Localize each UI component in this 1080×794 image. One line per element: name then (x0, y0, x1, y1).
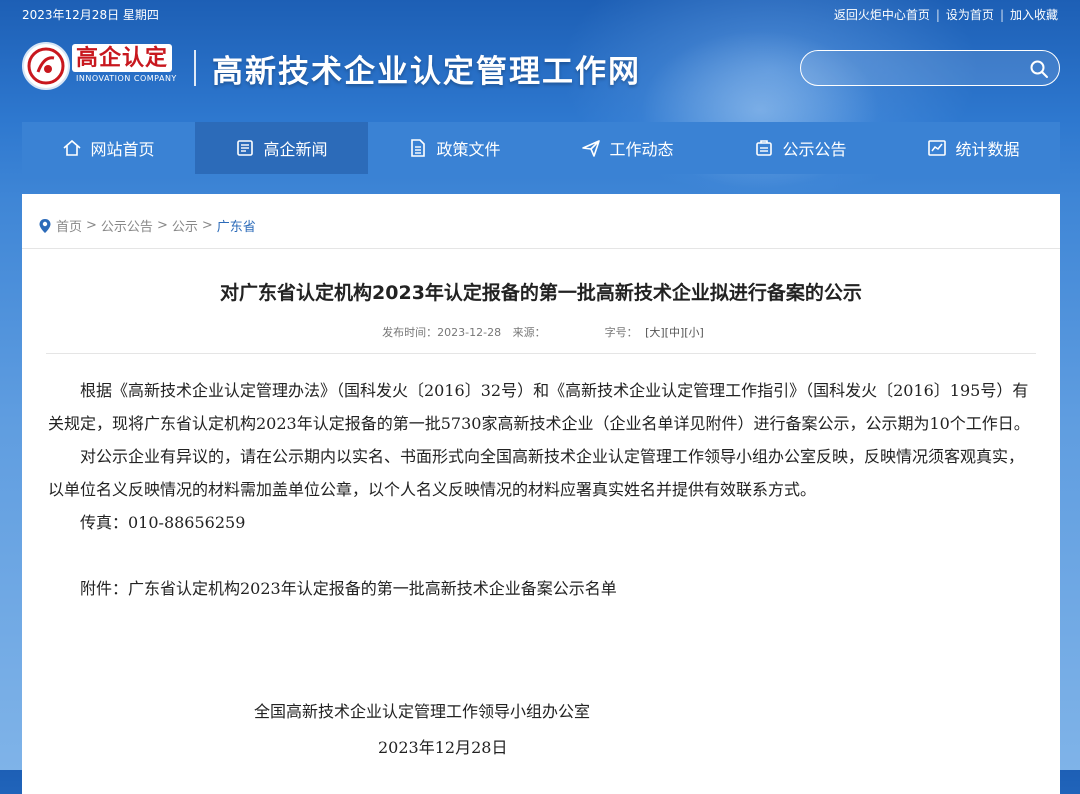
nav-label: 统计数据 (955, 140, 1020, 159)
nav-label: 工作动态 (609, 140, 674, 159)
separator: | (999, 7, 1004, 22)
logo-emblem-icon (22, 42, 70, 90)
site-title: 高新技术企业认定管理工作网 (212, 54, 641, 90)
breadcrumb: 首页 > 公示公告 > 公示 > 广东省 (38, 216, 256, 235)
nav-work-updates[interactable]: 工作动态 (541, 122, 714, 174)
breadcrumb-separator: > (86, 218, 97, 233)
chart-icon (928, 140, 947, 156)
signature-date: 2023年12月28日 (378, 738, 508, 757)
document-icon (411, 139, 426, 157)
divider (22, 248, 1060, 249)
breadcrumb-separator: > (201, 218, 213, 233)
nav-label: 公示公告 (782, 140, 847, 159)
nav-label: 网站首页 (90, 140, 155, 159)
divider (46, 353, 1036, 354)
top-bar: 2023年12月28日 星期四 返回火炬中心首页 | 设为首页 | 加入收藏 (0, 0, 1080, 28)
logo-text: 高企认定 (72, 44, 173, 72)
search-input[interactable] (815, 57, 1019, 81)
current-date: 2023年12月28日 星期四 (22, 8, 159, 22)
publish-date: 2023-12-28 (437, 326, 502, 339)
breadcrumb-guangdong[interactable]: 广东省 (217, 216, 256, 235)
attachment-link[interactable]: 附件：广东省认定机构2023年认定报备的第一批高新技术企业备案公示名单 (48, 572, 1032, 605)
publish-label: 发布时间： (382, 326, 438, 339)
top-links: 返回火炬中心首页 | 设为首页 | 加入收藏 (834, 6, 1058, 23)
location-pin-icon (39, 218, 51, 233)
nav-notices[interactable]: 公示公告 (714, 122, 887, 174)
font-size-small-button[interactable]: [小] (684, 326, 704, 339)
fax-line: 传真：010-88656259 (80, 513, 246, 532)
paragraph: 对公示企业有异议的，请在公示期内以实名、书面形式向全国高新技术企业认定管理工作领… (48, 447, 1025, 499)
nav-policy[interactable]: 政策文件 (368, 122, 541, 174)
breadcrumb-home[interactable]: 首页 (56, 216, 82, 235)
nav-statistics[interactable]: 统计数据 (887, 122, 1060, 174)
back-to-torch-home-link[interactable]: 返回火炬中心首页 (834, 6, 930, 23)
article-body: 根据《高新技术企业认定管理办法》（国科发火〔2016〕32号）和《高新技术企业认… (48, 374, 1032, 605)
notice-icon (756, 140, 773, 156)
nav-news[interactable]: 高企新闻 (195, 122, 368, 174)
separator: | (935, 7, 940, 22)
set-homepage-link[interactable]: 设为首页 (946, 6, 994, 23)
content-panel: 首页 > 公示公告 > 公示 > 广东省 对广东省认定机构2023年认定报备的第… (22, 194, 1060, 794)
font-size-large-button[interactable]: [大] (645, 326, 665, 339)
send-icon (582, 140, 601, 157)
source-label: 来源： (512, 326, 546, 339)
signature: 全国高新技术企业认定管理工作领导小组办公室 (254, 702, 591, 721)
main-nav: 网站首页 高企新闻 政策文件 工作动态 公示公告 统计数据 (22, 122, 1060, 174)
home-icon (63, 139, 82, 156)
search-icon[interactable] (1029, 59, 1049, 79)
nav-home[interactable]: 网站首页 (22, 122, 195, 174)
logo-subtext: INNOVATION COMPANY (76, 74, 177, 83)
header-divider (194, 50, 196, 86)
font-size-label: 字号： (604, 326, 638, 339)
add-favorite-link[interactable]: 加入收藏 (1010, 6, 1058, 23)
breadcrumb-announcement[interactable]: 公示 (172, 216, 198, 235)
search-box (800, 50, 1060, 86)
nav-label: 高企新闻 (263, 140, 328, 159)
site-logo[interactable]: 高企认定 INNOVATION COMPANY (22, 40, 182, 92)
news-icon (237, 140, 254, 156)
font-size-medium-button[interactable]: [中] (665, 326, 685, 339)
nav-label: 政策文件 (436, 140, 501, 159)
article-title: 对广东省认定机构2023年认定报备的第一批高新技术企业拟进行备案的公示 (220, 282, 862, 304)
paragraph: 根据《高新技术企业认定管理办法》（国科发火〔2016〕32号）和《高新技术企业认… (48, 381, 1030, 433)
breadcrumb-notices[interactable]: 公示公告 (101, 216, 153, 235)
article-meta: 发布时间：2023-12-28 来源： 字号： [大][中][小] (22, 324, 1060, 340)
breadcrumb-separator: > (156, 218, 168, 233)
